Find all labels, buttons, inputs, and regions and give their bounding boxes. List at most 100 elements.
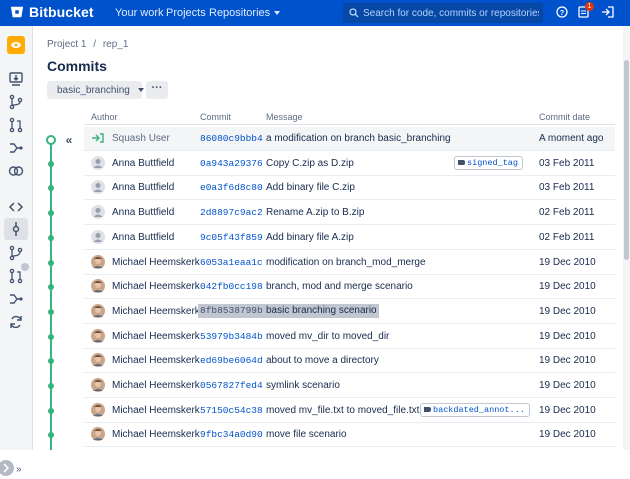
nav-repositories[interactable]: Repositories [209,7,281,19]
pull-requests-badge [21,263,29,271]
commit-row[interactable]: Michael Heemskerk 57150c54c38 moved mv_fil… [84,399,615,423]
author-avatar [91,353,105,368]
breadcrumb-repo[interactable]: rep_1 [103,39,129,50]
clone-icon[interactable] [8,71,24,87]
forks-icon[interactable] [8,291,24,307]
commit-tag[interactable]: backdated_annot... [420,402,530,417]
source-icon[interactable] [8,199,24,215]
commit-message[interactable]: about to move a directory [266,355,379,366]
commit-graph-node [48,210,54,217]
commit-row[interactable]: Squash User 86080c9bbb4 a modification on … [84,127,615,151]
bitbucket-logo[interactable]: Bitbucket [10,4,94,20]
commit-row[interactable]: Michael Heemskerk 6053a1eaa1c modification… [84,251,615,275]
commit-row[interactable]: Michael Heemskerk 042fb0cc198 branch, mod … [84,275,615,300]
commit-hash-link[interactable]: 2d8897c9ac2 [200,207,263,218]
commit-date: 19 Dec 2010 [539,330,596,342]
commit-author: Michael Heemskerk [112,404,200,416]
commit-hash-link[interactable]: 86080c9bbb4 [200,133,263,144]
commit-message[interactable]: Rename A.zip to B.zip [266,207,364,218]
commits-icon[interactable] [8,221,24,237]
breadcrumb-separator: / [93,39,97,50]
commit-hash-link[interactable]: 6053a1eaa1c [200,257,263,268]
squash-merge-icon [91,131,105,145]
author-avatar [91,402,105,417]
commit-message[interactable]: modification on branch_mod_merge [266,257,426,268]
commit-hash-link[interactable]: 042fb0cc198 [200,281,263,292]
commit-message[interactable]: Copy C.zip as D.zip [266,158,354,169]
commit-message[interactable]: branch, mod and merge scenario [266,281,413,292]
search-input[interactable] [363,5,539,21]
commit-hash-link[interactable]: 0567827fed4 [200,380,263,391]
commit-hash-link[interactable]: 8fb8538799b [198,303,265,318]
commit-row[interactable]: Michael Heemskerk 0567827fed4 symlink scen… [84,374,615,398]
commit-hash-link[interactable]: 57150c54c38 [200,405,263,416]
commit-date: 19 Dec 2010 [539,355,596,367]
commit-message[interactable]: moved mv_file.txt to moved_file.txt [266,405,419,416]
commit-author: Michael Heemskerk [112,330,200,342]
commit-row[interactable]: Michael Heemskerk 8fb8538799b basic branch… [84,300,615,324]
scrollbar-thumb[interactable] [624,60,629,260]
commit-message[interactable]: move file scenario [266,429,347,440]
commit-hash-link[interactable]: 0a943a29376 [200,158,263,169]
commit-tag[interactable]: signed_tag [454,155,524,170]
sidebar: » [0,26,33,476]
commit-author: Michael Heemskerk [112,305,200,317]
author-avatar [91,427,105,442]
more-actions-button[interactable]: ··· [146,81,168,99]
commit-author: Michael Heemskerk [112,355,200,367]
branch-selector[interactable]: basic_branching [47,81,144,99]
commit-author: Michael Heemskerk [112,256,200,268]
commit-author: Michael Heemskerk [112,281,200,293]
compare-icon[interactable] [8,163,24,179]
commit-date: 19 Dec 2010 [539,281,596,293]
tag-icon [424,406,431,412]
commit-graph-node [48,160,54,167]
create-branch-icon[interactable] [8,94,24,110]
commit-row[interactable]: Anna Buttfield e0a3f6d8c80 Add binary file… [84,176,615,201]
commit-date: A moment ago [539,133,604,144]
commit-date: 19 Dec 2010 [539,429,596,441]
commit-message[interactable]: basic branching scenario [264,303,379,318]
collapse-graph-button[interactable]: « [62,129,76,151]
commit-hash-link[interactable]: 9c05f43f859 [200,232,263,243]
page-title: Commits [47,58,107,74]
search-box[interactable] [343,3,543,23]
commit-graph-node [48,284,54,291]
commit-row[interactable]: Anna Buttfield 9c05f43f859 Add binary file… [84,226,615,250]
app-name: Bitbucket [29,4,94,20]
commit-hash-link[interactable]: ed69be6064d [200,355,263,366]
commit-graph-head-node [46,135,56,145]
commit-row[interactable]: Michael Heemskerk 9fbc34a0d90 move file sc… [84,423,615,448]
commit-message[interactable]: Add binary file C.zip [266,182,355,193]
commit-row[interactable]: Michael Heemskerk ed69be6064d about to mov… [84,349,615,374]
commit-date: 19 Dec 2010 [539,256,596,268]
repository-avatar[interactable] [7,36,25,54]
branch-name: basic_branching [57,84,130,96]
commit-message[interactable]: symlink scenario [266,380,340,391]
breadcrumb-project[interactable]: Project 1 [47,39,86,50]
create-fork-icon[interactable] [8,140,24,156]
commit-graph-node [48,185,54,192]
help-icon[interactable]: ? [556,6,568,18]
sync-icon[interactable] [8,314,24,330]
commit-row[interactable]: Anna Buttfield 2d8897c9ac2 Rename A.zip to… [84,201,615,226]
commit-message[interactable]: a modification on branch basic_branching [266,133,451,144]
login-icon[interactable] [601,6,615,18]
commit-hash-link[interactable]: 53979b3484b [200,331,263,342]
branches-icon[interactable] [8,245,24,261]
nav-your-work[interactable]: Your work [115,7,164,19]
commit-message[interactable]: Add binary file A.zip [266,232,354,243]
commit-hash-link[interactable]: 9fbc34a0d90 [200,429,263,440]
pull-requests-icon[interactable] [8,268,24,284]
commit-message[interactable]: moved mv_dir to moved_dir [266,331,389,342]
create-pull-request-icon[interactable] [8,117,24,133]
sidebar-collapse-button[interactable]: » [0,456,32,476]
svg-text:»: » [16,464,22,475]
commit-row[interactable]: Anna Buttfield 0a943a29376 Copy C.zip as D… [84,152,615,176]
nav-projects[interactable]: Projects [166,7,206,19]
commit-date: 03 Feb 2011 [539,157,595,169]
commit-row[interactable]: Michael Heemskerk 53979b3484b moved mv_dir… [84,325,615,349]
commit-graph-node [48,333,54,340]
commit-hash-link[interactable]: e0a3f6d8c80 [200,182,263,193]
repo-eye-icon [11,42,21,48]
